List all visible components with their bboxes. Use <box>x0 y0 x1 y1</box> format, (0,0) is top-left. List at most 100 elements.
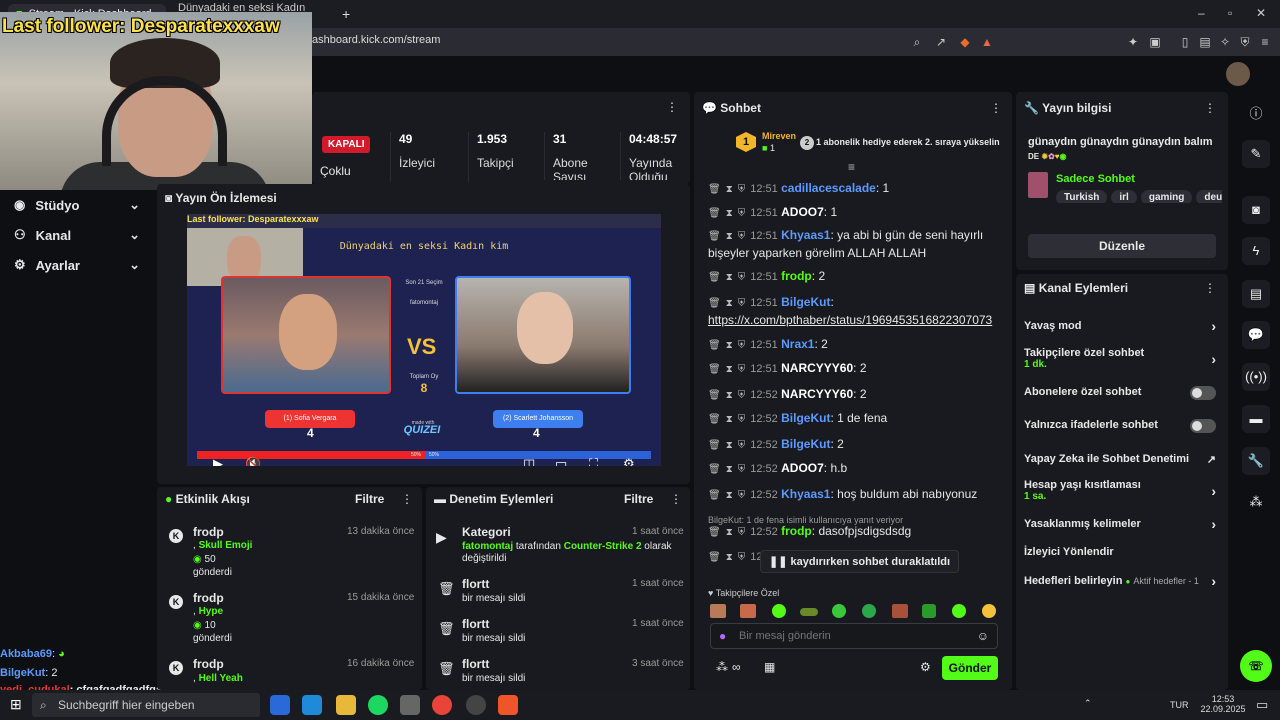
settings-icon[interactable]: ⚙ <box>623 456 635 466</box>
url-input[interactable]: ashboard.kick.com/stream <box>312 34 440 46</box>
nav-settings[interactable]: ⚙ Ayarlar ⌄ <box>14 252 144 278</box>
chat-username[interactable]: ADOO7 <box>781 461 824 475</box>
right-choice-image[interactable] <box>455 276 631 394</box>
chat-toggle-icon[interactable]: 💬 <box>1242 321 1270 349</box>
chat-username[interactable]: BilgeKut <box>781 437 830 451</box>
delete-icon[interactable]: 🗑 <box>708 364 721 375</box>
subscriber-only-toggle[interactable] <box>1190 386 1216 400</box>
chat-username[interactable]: Khyaas1 <box>781 487 830 501</box>
emote-icon[interactable] <box>710 604 726 618</box>
menu-icon[interactable]: ≡ <box>1256 33 1274 51</box>
emote-icon[interactable] <box>862 604 876 618</box>
ban-icon[interactable]: ⛨ <box>738 527 746 538</box>
tag[interactable]: gaming <box>1140 190 1193 203</box>
timeout-icon[interactable]: ⧗ <box>726 490 733 501</box>
store-icon[interactable]: ▦ <box>764 660 775 674</box>
timeout-icon[interactable]: ⧗ <box>726 208 733 219</box>
ban-icon[interactable]: ⛨ <box>738 298 746 309</box>
chat-username[interactable]: Khyaas1 <box>781 228 830 242</box>
delete-icon[interactable]: 🗑 <box>708 390 721 401</box>
minimize-icon[interactable]: – <box>1198 6 1205 20</box>
goals-action[interactable]: Hedefleri belirleyin ● Aktif hedefler - … <box>1024 573 1222 589</box>
timeout-icon[interactable]: ⧗ <box>726 231 733 242</box>
mute-icon[interactable]: 🔇 <box>245 456 261 466</box>
kicks-icon[interactable]: ⁂ <box>716 660 728 674</box>
emote-icon[interactable] <box>800 608 818 616</box>
more-icon[interactable]: ⋮ <box>990 101 1002 115</box>
chat-message[interactable]: 🗑 ⧗ ⛨ 12:52 frodp: dasofpjsdigsdsdg <box>708 523 1004 541</box>
ai-moderation-action[interactable]: Yapay Zeka ile Sohbet Denetimi ↗ <box>1024 453 1222 466</box>
ban-icon[interactable]: ⛨ <box>738 231 746 242</box>
broadcast-icon[interactable]: ((•)) <box>1242 363 1270 391</box>
info-icon[interactable]: ⓘ <box>1242 100 1270 128</box>
task-view-icon[interactable] <box>270 695 290 715</box>
pinned-gifter[interactable]: 1 Mireven ■ 1 2 1 abonelik hediye ederek… <box>736 128 1006 158</box>
emoji-icon[interactable]: ☺ <box>977 629 989 643</box>
brave-icon[interactable] <box>498 695 518 715</box>
infinity-icon[interactable]: ∞ <box>732 660 741 674</box>
chat-username[interactable]: BilgeKut <box>781 295 830 309</box>
follower-only-action[interactable]: Takipçilere özel sohbet 1 dk. › <box>1024 347 1222 370</box>
panel-icon[interactable]: ▯ <box>1176 33 1194 51</box>
stream-category[interactable]: Sadece Sohbet <box>1056 173 1135 185</box>
timeout-icon[interactable]: ⧗ <box>726 464 733 475</box>
zoom-icon[interactable]: ⌕ <box>908 33 926 51</box>
more-icon[interactable]: ⋮ <box>1204 101 1216 115</box>
chat-input[interactable]: ● ☺ <box>710 623 998 649</box>
calculator-icon[interactable] <box>400 695 420 715</box>
timeout-icon[interactable]: ⧗ <box>726 184 733 195</box>
sidebar-icon[interactable]: ▣ <box>1146 33 1164 51</box>
chat-settings-icon[interactable]: ⚙ <box>920 660 931 674</box>
edge-icon[interactable] <box>302 695 322 715</box>
chat-message[interactable]: 🗑 ⧗ ⛨ 12:51 Khyaas1: ya abi bi gün de seni … <box>708 227 1004 262</box>
more-icon[interactable]: ⋮ <box>1204 281 1216 295</box>
chat-message[interactable]: 🗑 ⧗ ⛨ 12:52 BilgeKut: 1 de fena <box>708 410 1004 428</box>
delete-icon[interactable]: 🗑 <box>708 414 721 425</box>
emote-icon[interactable] <box>832 604 846 618</box>
chat-message[interactable]: 🗑 ⧗ ⛨ 12:51 NARCYYY60: 2 <box>708 360 1004 378</box>
timeout-icon[interactable]: ⧗ <box>726 440 733 451</box>
chat-message[interactable]: 🗑 ⧗ ⛨ 12:52 Khyaas1: hoş buldum abi nabıyon… <box>708 486 1004 504</box>
extensions-icon[interactable]: ✦ <box>1124 33 1142 51</box>
chat-message[interactable]: 🗑 ⧗ ⛨ 12:52 BilgeKut: 2 <box>708 436 1004 454</box>
chat-message[interactable]: 🗑 ⧗ ⛨ 12:51 BilgeKut: https://x.com/bpthabe… <box>708 294 1004 329</box>
ban-icon[interactable]: ⛨ <box>738 340 746 351</box>
share-icon[interactable]: ↗ <box>932 33 950 51</box>
ban-icon[interactable]: ⛨ <box>738 272 746 283</box>
send-button[interactable]: Gönder <box>942 656 998 680</box>
expand-icon[interactable]: ≡ <box>848 160 855 174</box>
delete-icon[interactable]: 🗑 <box>708 184 721 195</box>
more-icon[interactable]: ⋮ <box>666 100 678 114</box>
ban-icon[interactable]: ⛨ <box>738 390 746 401</box>
preview-toggle-icon[interactable]: ◙ <box>1242 196 1270 224</box>
delete-icon[interactable]: 🗑 <box>708 440 721 451</box>
play-icon[interactable]: ▶ <box>213 456 223 466</box>
raid-action[interactable]: İzleyici Yönlendir <box>1024 546 1222 558</box>
brave-rewards-icon[interactable]: ▲ <box>978 33 996 51</box>
chat-username[interactable]: ADOO7 <box>781 205 824 219</box>
restore-icon[interactable]: ▫ <box>1228 6 1232 20</box>
account-age-action[interactable]: Hesap yaşı kısıtlaması 1 sa. › <box>1024 479 1222 502</box>
ban-icon[interactable]: ⛨ <box>738 208 746 219</box>
timeout-icon[interactable]: ⧗ <box>726 340 733 351</box>
nav-channel[interactable]: ⚇ Kanal ⌄ <box>14 222 144 248</box>
file-explorer-icon[interactable] <box>336 695 356 715</box>
kicks-icon[interactable]: ⁂ <box>1242 488 1270 516</box>
emote-icon[interactable] <box>982 604 996 618</box>
ban-icon[interactable]: ⛨ <box>738 490 746 501</box>
moderation-toggle-icon[interactable]: ▬ <box>1242 405 1270 433</box>
delete-icon[interactable]: 🗑 <box>708 340 721 351</box>
tag[interactable]: irl <box>1111 190 1137 203</box>
chat-username[interactable]: frodp <box>781 524 812 538</box>
delete-icon[interactable]: 🗑 <box>708 298 721 309</box>
fullscreen-icon[interactable]: ⛶ <box>589 456 598 466</box>
left-choice-image[interactable] <box>221 276 391 394</box>
banned-words-action[interactable]: Yasaklanmış kelimeler › <box>1024 516 1222 532</box>
theater-icon[interactable]: ▭ <box>555 456 567 466</box>
delete-icon[interactable]: 🗑 <box>708 552 721 563</box>
delete-icon[interactable]: 🗑 <box>708 527 721 538</box>
vpn-icon[interactable]: ⛨ <box>1236 33 1254 51</box>
windows-start-icon[interactable]: ⊞ <box>10 696 22 713</box>
chat-message[interactable]: 🗑 ⧗ ⛨ 12:51 ADOO7: 1 <box>708 204 1004 222</box>
emote-only-toggle[interactable] <box>1190 419 1216 433</box>
